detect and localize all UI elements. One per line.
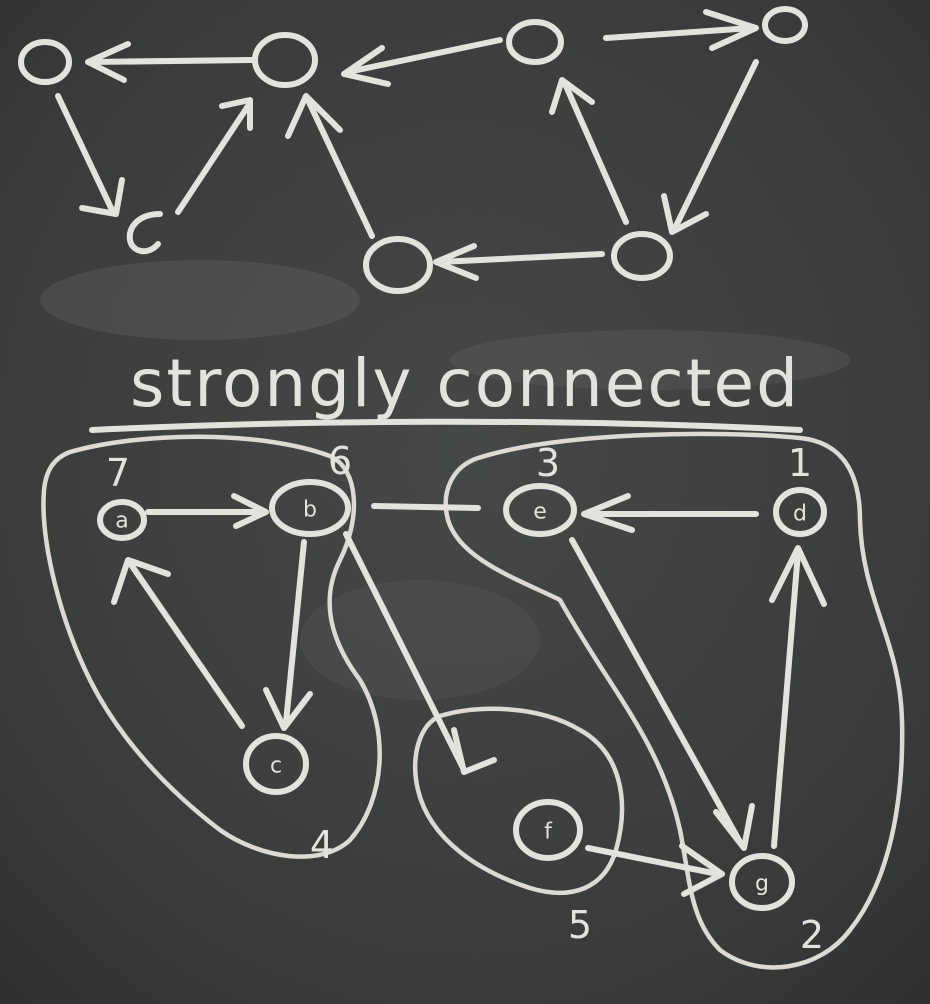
- num-label-g: 2: [800, 913, 824, 957]
- heading-group: strongly connected: [89, 345, 803, 433]
- svg-text:g: g: [755, 872, 769, 897]
- num-label-c: 4: [310, 823, 334, 867]
- chalkboard: strongly connected a b c e d f g 7 6 4 3…: [0, 0, 930, 1004]
- edge-b-e: [371, 503, 481, 511]
- svg-text:d: d: [793, 502, 807, 527]
- svg-text:c: c: [270, 754, 282, 779]
- num-label-f: 5: [568, 903, 592, 947]
- num-label-d: 1: [788, 441, 812, 485]
- svg-text:f: f: [544, 820, 553, 845]
- svg-text:b: b: [303, 498, 317, 523]
- heading-text: strongly connected: [130, 345, 800, 422]
- svg-text:e: e: [533, 500, 547, 525]
- top-edge-2-1: [89, 57, 255, 65]
- num-label-b: 6: [328, 439, 352, 483]
- num-label-a: 7: [106, 451, 130, 495]
- svg-text:a: a: [115, 509, 128, 534]
- num-label-e: 3: [536, 441, 560, 485]
